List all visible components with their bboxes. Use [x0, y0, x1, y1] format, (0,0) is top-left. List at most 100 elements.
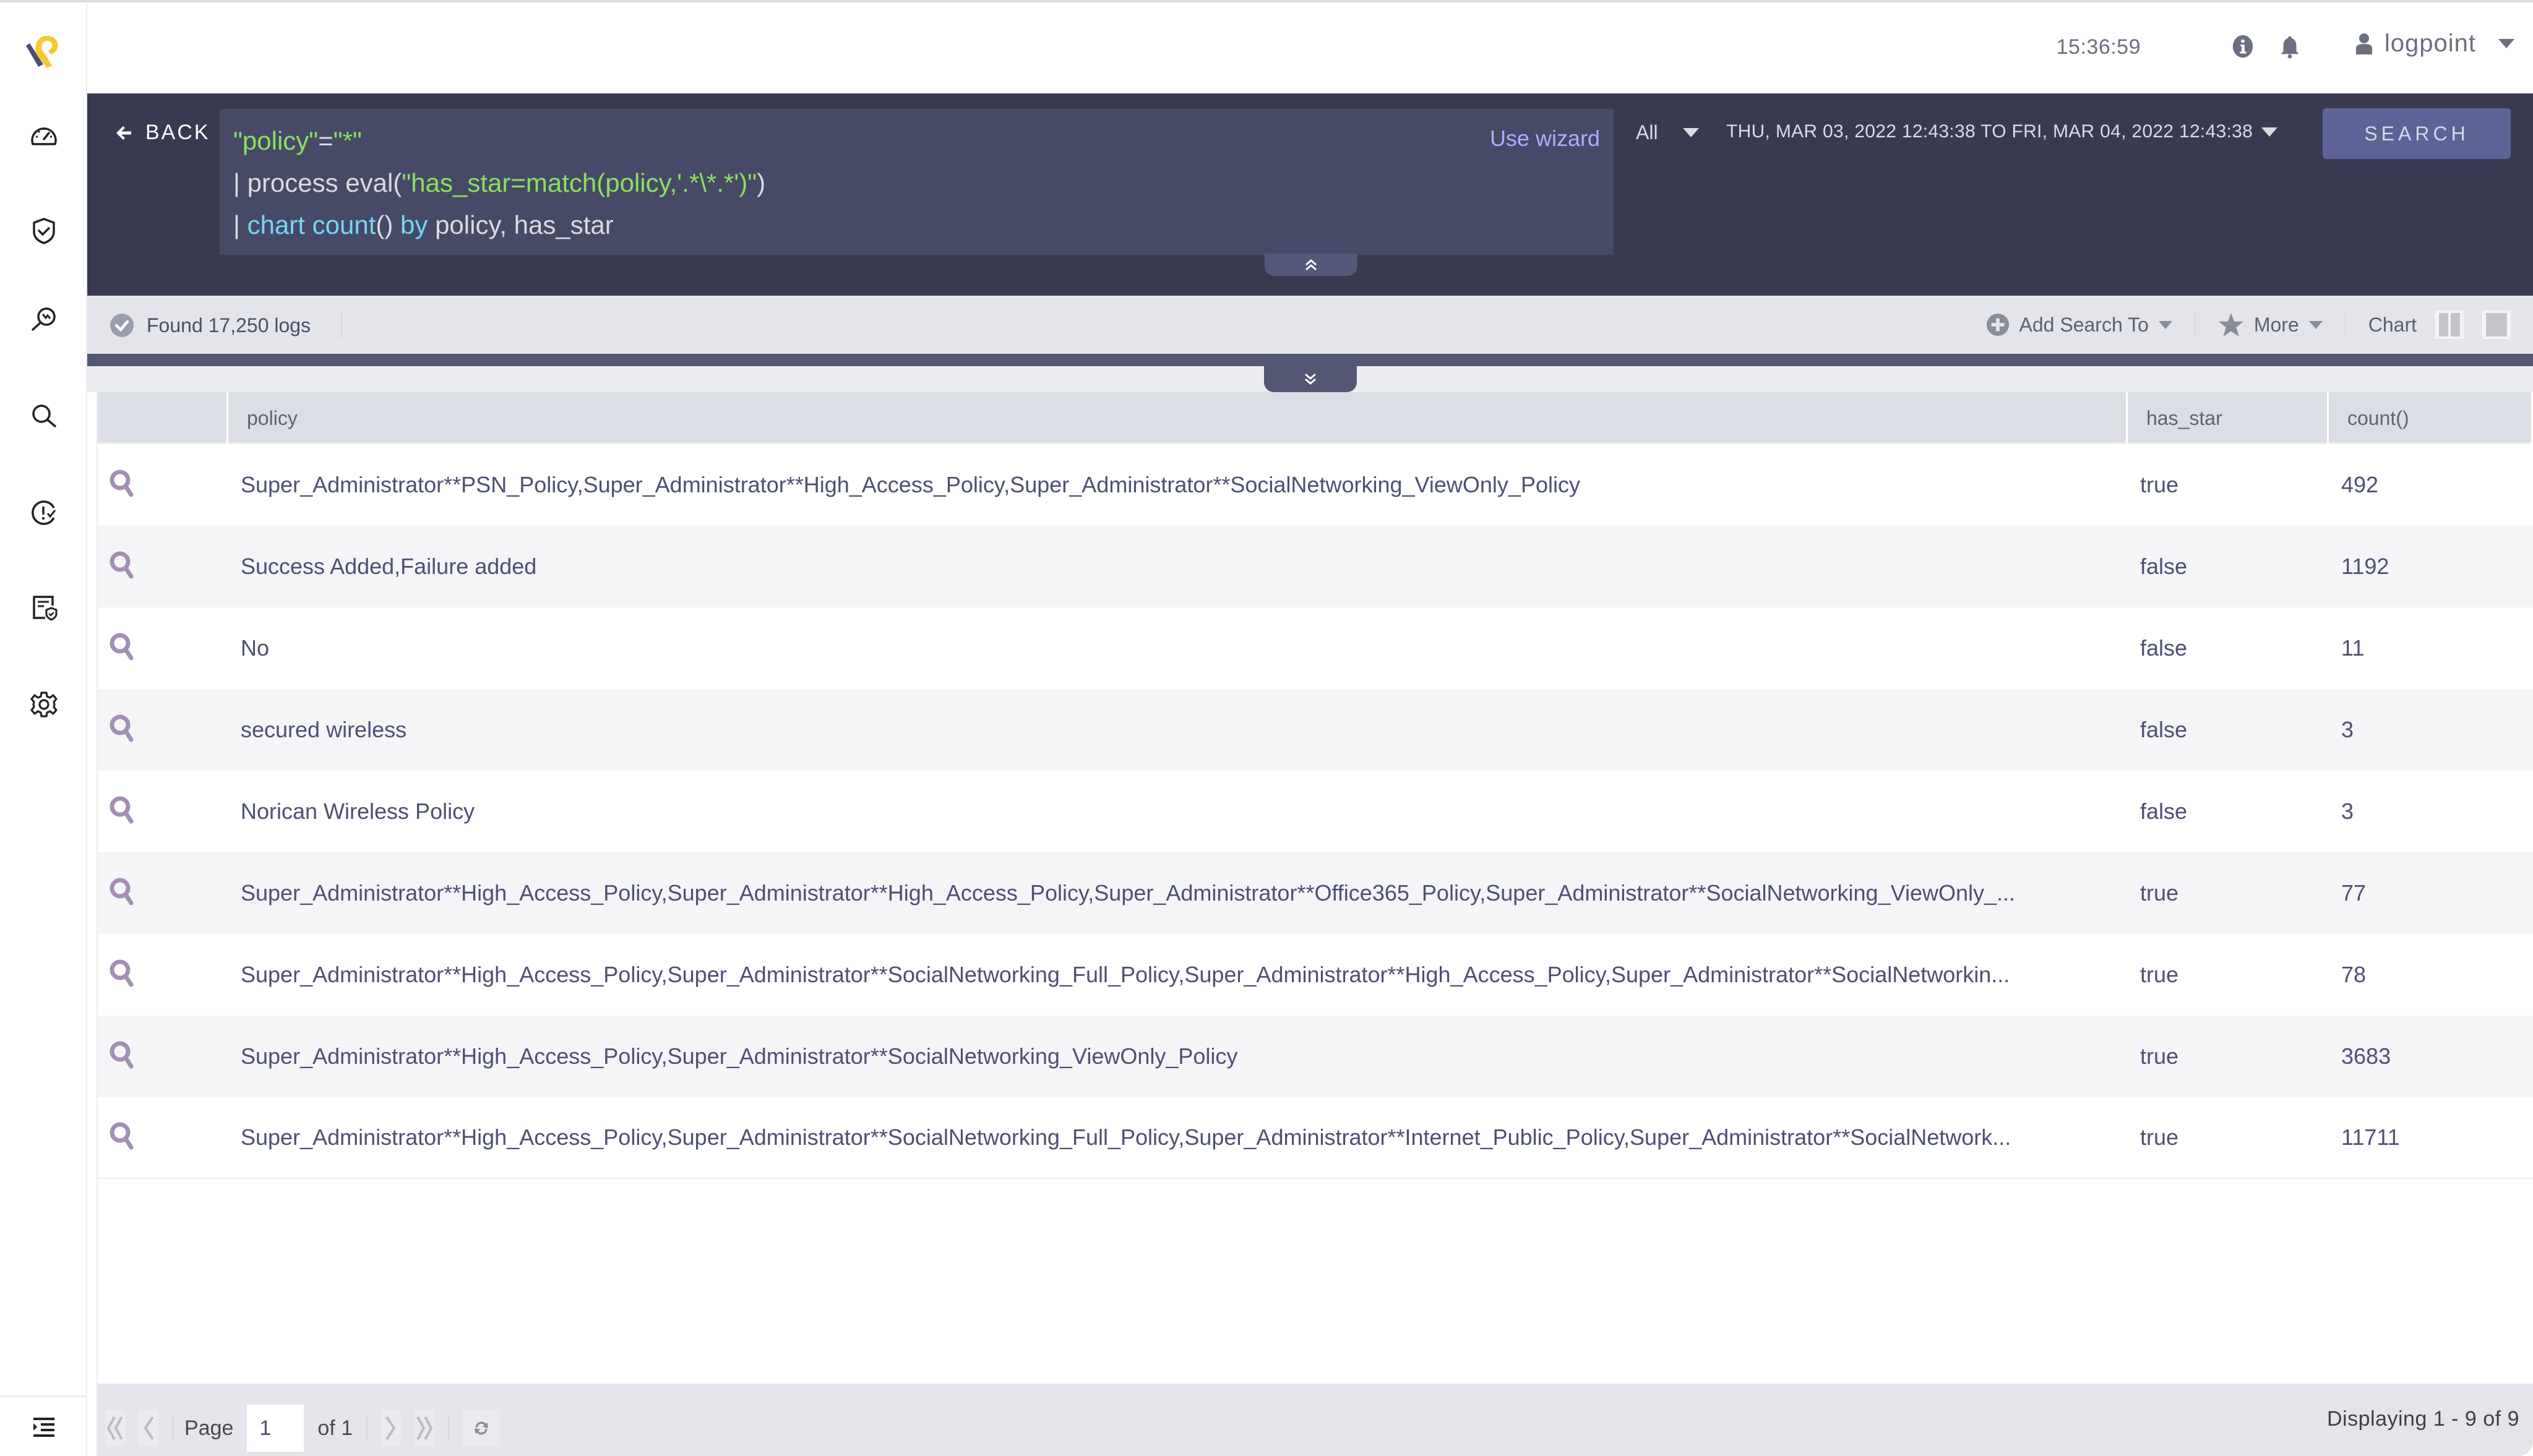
full-view-button[interactable]: [2482, 310, 2511, 339]
gear-icon: [30, 692, 58, 717]
table-row[interactable]: Success Added,Failure added false 1192: [98, 526, 2533, 607]
previous-page-button[interactable]: [139, 1410, 158, 1447]
sidebar-item-dashboard[interactable]: [24, 115, 64, 156]
sidebar: [0, 0, 87, 1456]
sidebar-item-incidents[interactable]: [24, 492, 64, 533]
chart-view-controls: Chart: [2346, 310, 2511, 339]
info-button[interactable]: [2230, 33, 2256, 59]
page-number-input[interactable]: [247, 1405, 304, 1452]
shield-check-icon: [33, 218, 55, 244]
expand-query-button[interactable]: [1264, 366, 1357, 392]
sidebar-toggle-button[interactable]: [0, 1395, 87, 1456]
column-header-actions: [98, 392, 228, 444]
query-token: |: [233, 210, 247, 239]
row-action-cell: [98, 549, 228, 585]
policy-cell: Super_Administrator**PSN_Policy,Super_Ad…: [241, 472, 1580, 497]
has-star-cell: false: [2140, 799, 2188, 824]
search-icon[interactable]: [108, 1120, 137, 1150]
sidebar-item-search[interactable]: [24, 396, 64, 437]
sidebar-item-settings[interactable]: [24, 684, 64, 725]
table-row[interactable]: No false 11: [98, 607, 2533, 689]
table-row[interactable]: Norican Wireless Policy false 3: [98, 771, 2533, 852]
query-token: by: [400, 210, 428, 239]
search-icon: [32, 405, 56, 427]
double-chevron-left-icon: [106, 1416, 123, 1440]
table-row[interactable]: Super_Administrator**PSN_Policy,Super_Ad…: [98, 444, 2533, 526]
results-toolbar: Found 17,250 logs Add Search To More Cha…: [87, 296, 2533, 354]
row-action-cell: [98, 957, 228, 993]
result-count: Found 17,250 logs: [110, 313, 311, 338]
column-header-policy[interactable]: policy: [228, 392, 2128, 444]
pagination-bar: Page of 1 Displaying 1 - 9 of 9: [97, 1384, 2533, 1456]
query-token: chart count: [247, 210, 376, 239]
table-row[interactable]: Super_Administrator**High_Access_Policy,…: [98, 1097, 2533, 1179]
collapse-menu-icon: [33, 1417, 54, 1437]
search-icon[interactable]: [108, 468, 137, 497]
column-header-has-star[interactable]: has_star: [2128, 392, 2329, 444]
policy-cell: Super_Administrator**High_Access_Policy,…: [241, 1124, 2011, 1150]
first-page-button[interactable]: [105, 1410, 125, 1447]
panel-divider[interactable]: [87, 354, 2533, 366]
logpoint-logo[interactable]: [24, 33, 64, 71]
policy-cell: Success Added,Failure added: [241, 554, 537, 579]
query-editor[interactable]: "policy"="*" | process eval("has_star=mat…: [220, 109, 1614, 255]
chevron-down-icon: [1682, 128, 1699, 137]
count-cell: 3: [2341, 717, 2354, 742]
more-button[interactable]: More: [2196, 310, 2346, 339]
table-row[interactable]: Super_Administrator**High_Access_Policy,…: [98, 1016, 2533, 1097]
info-icon: [2232, 35, 2253, 58]
full-view-icon: [2486, 313, 2507, 336]
search-icon[interactable]: [108, 549, 137, 579]
check-circle-icon: [110, 314, 134, 337]
divider: [448, 1416, 450, 1441]
sidebar-item-security[interactable]: [24, 210, 64, 251]
query-token: "has_star=match(policy,'.*\*.*')": [402, 168, 757, 197]
star-icon: [2218, 313, 2243, 336]
policy-cell: Super_Administrator**High_Access_Policy,…: [241, 962, 2010, 987]
count-cell: 1192: [2341, 554, 2389, 579]
table-row[interactable]: secured wireless false 3: [98, 689, 2533, 771]
query-panel: BACK "policy"="*" | process eval("has_sta…: [87, 93, 2533, 296]
search-icon[interactable]: [108, 631, 137, 661]
next-page-button[interactable]: [381, 1410, 402, 1447]
speedometer-icon: [31, 127, 57, 145]
page-total: of 1: [317, 1416, 353, 1440]
search-icon[interactable]: [108, 1039, 137, 1069]
row-action-cell: [98, 713, 228, 748]
count-cell: 11711: [2341, 1124, 2400, 1150]
search-icon[interactable]: [108, 794, 137, 824]
table-body: Super_Administrator**PSN_Policy,Super_Ad…: [98, 444, 2533, 1179]
notifications-button[interactable]: [2277, 33, 2303, 59]
double-chevron-up-icon: [1305, 259, 1317, 271]
query-token: =: [318, 126, 333, 155]
split-view-button[interactable]: [2435, 310, 2464, 339]
table-row[interactable]: Super_Administrator**High_Access_Policy,…: [98, 934, 2533, 1016]
search-icon[interactable]: [108, 713, 137, 742]
query-line: "policy"="*": [233, 120, 1600, 162]
search-button[interactable]: SEARCH: [2323, 108, 2511, 159]
count-cell: 77: [2341, 880, 2367, 906]
table-row[interactable]: Super_Administrator**High_Access_Policy,…: [98, 852, 2533, 934]
time-range-selector[interactable]: THU, MAR 03, 2022 12:43:38 TO FRI, MAR 0…: [1726, 121, 2278, 142]
refresh-icon: [475, 1421, 489, 1435]
sidebar-item-reports[interactable]: [24, 588, 64, 628]
search-icon[interactable]: [108, 957, 137, 987]
column-header-count[interactable]: count(): [2329, 392, 2533, 444]
repo-selector[interactable]: All: [1636, 121, 1699, 144]
collapse-query-button[interactable]: [1265, 254, 1357, 276]
chevron-right-icon: [385, 1416, 396, 1441]
sidebar-item-investigate[interactable]: [24, 299, 64, 340]
add-search-to-button[interactable]: Add Search To: [1964, 310, 2196, 339]
use-wizard-link[interactable]: Use wizard: [1490, 118, 1600, 160]
back-button[interactable]: BACK: [114, 121, 210, 145]
username: logpoint: [2384, 30, 2476, 57]
refresh-button[interactable]: [463, 1410, 501, 1447]
last-page-button[interactable]: [415, 1410, 435, 1447]
search-icon[interactable]: [108, 876, 137, 906]
chevron-down-icon: [2261, 127, 2278, 137]
user-menu[interactable]: logpoint: [2355, 30, 2514, 58]
row-action-cell: [98, 1120, 228, 1155]
row-action-cell: [98, 631, 228, 666]
count-cell: 3683: [2341, 1043, 2391, 1069]
divider: [172, 1416, 173, 1441]
